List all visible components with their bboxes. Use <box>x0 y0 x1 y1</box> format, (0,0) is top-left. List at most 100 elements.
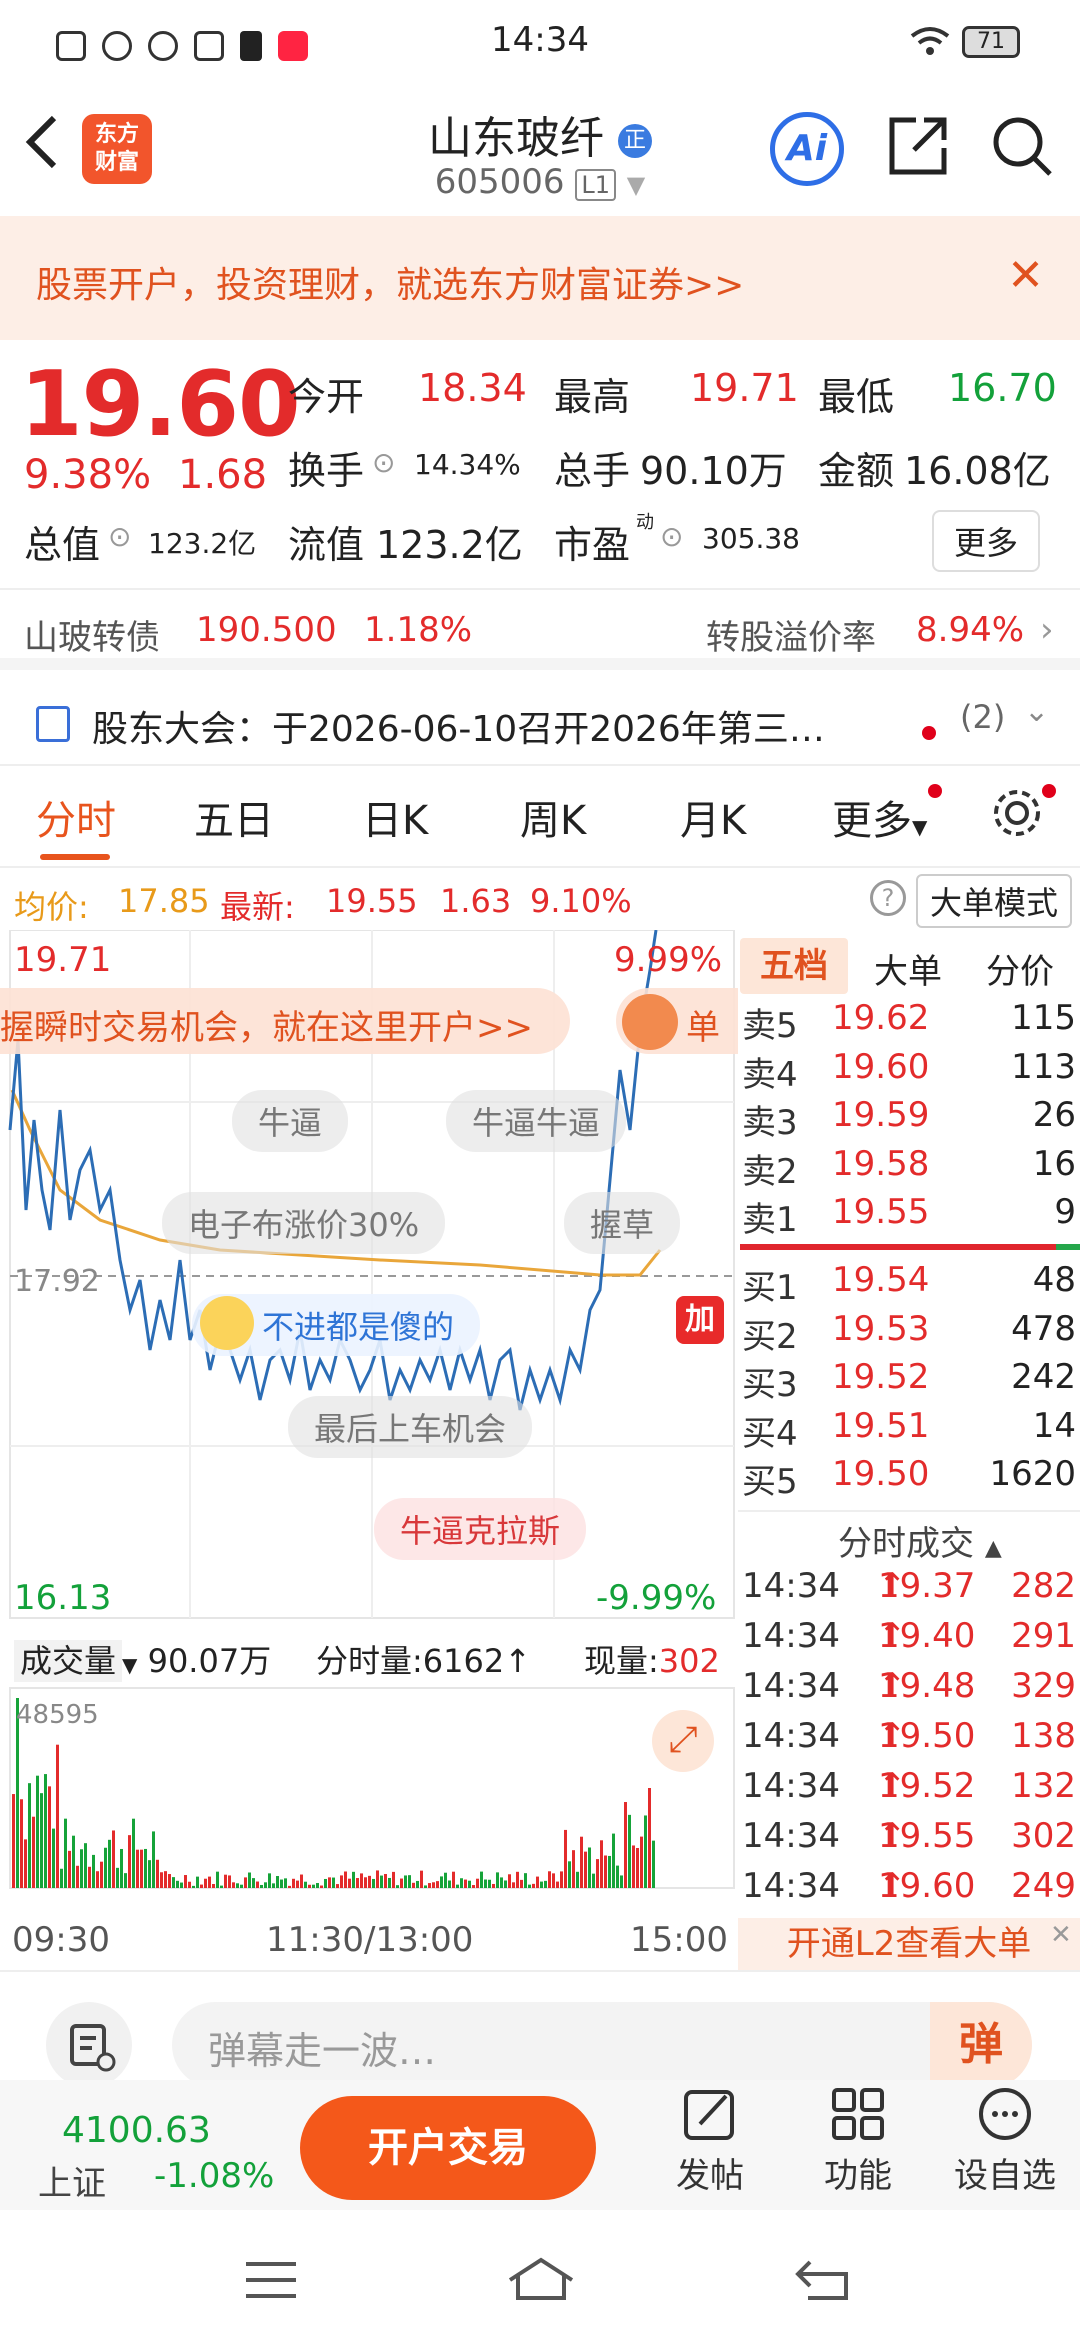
volume-bar <box>568 1861 571 1888</box>
volume-bar <box>248 1872 251 1888</box>
open-account-trade-button[interactable]: 开户交易 <box>300 2096 596 2200</box>
level-price: 19.60 <box>832 1046 930 1087</box>
intraday-chart[interactable]: 19.71 9.99% 17.92 16.13 -9.99% 握瞬时交易机会，就… <box>0 930 738 1970</box>
add-watchlist-button[interactable]: 设自选 <box>950 2084 1060 2197</box>
pe-label: 市盈 <box>554 523 631 567</box>
volume-bar <box>120 1848 123 1888</box>
volume-bar <box>652 1840 655 1888</box>
ai-button[interactable]: Ai <box>770 112 844 186</box>
trade-row: 14:34 19.37 ↑ 282 <box>738 1566 1080 1614</box>
volume-bar <box>500 1877 503 1888</box>
bid-row: 买4 19.51 14 <box>738 1406 1080 1454</box>
settings-gear-icon[interactable] <box>990 786 1044 850</box>
volume-bar <box>272 1883 275 1888</box>
volume-bar <box>552 1873 555 1888</box>
bottom-toolbar: 4100.63 上证 -1.08% 开户交易 发帖 功能 设自选 <box>0 2080 1080 2210</box>
post-button[interactable]: 发帖 <box>664 2084 756 2197</box>
volume-bar <box>412 1882 415 1888</box>
volume-bar <box>464 1879 467 1888</box>
close-icon[interactable]: ✕ <box>1007 250 1044 301</box>
danmu-settings-icon[interactable] <box>46 2002 132 2088</box>
volume-bar <box>184 1875 187 1888</box>
share-icon[interactable] <box>886 114 950 182</box>
danmu-promo[interactable]: 握瞬时交易机会，就在这里开户>> <box>0 988 570 1054</box>
volume-bar <box>196 1876 199 1888</box>
tab-intraday[interactable]: 分时 <box>36 788 116 846</box>
volume-bar <box>572 1850 575 1888</box>
trades-title[interactable]: 分时成交 ▲ <box>838 1516 1002 1565</box>
volume-bar <box>592 1873 595 1888</box>
volume-bar <box>364 1877 367 1888</box>
volume-bar <box>80 1849 83 1888</box>
tab-big-orders[interactable]: 大单 <box>874 944 942 993</box>
back-nav-icon[interactable] <box>794 2258 850 2306</box>
menu-icon[interactable] <box>244 2260 298 2304</box>
tab-price-distribution[interactable]: 分价 <box>986 944 1054 993</box>
bid-ask-ratio-bar-green <box>1056 1244 1080 1250</box>
volume-bar <box>588 1847 591 1888</box>
trade-price: 19.50 ↑ <box>878 1716 976 1756</box>
turnover-value: 14.34% <box>414 448 521 481</box>
tab-weekly-k[interactable]: 周K <box>520 788 586 846</box>
danmu-input[interactable]: 弹幕走一波… <box>172 2002 1032 2088</box>
big-order-mode-button[interactable]: 大单模式 <box>916 874 1073 928</box>
tab-more[interactable]: 更多▼ <box>832 788 927 846</box>
open-label: 今开 <box>288 375 365 419</box>
send-danmu-button[interactable]: 弹 <box>930 2002 1032 2088</box>
functions-button[interactable]: 功能 <box>812 2084 904 2197</box>
danmu-comment: 牛逼克拉斯 <box>374 1498 587 1560</box>
volume-bar <box>216 1871 219 1888</box>
volume-bar <box>612 1833 615 1888</box>
announcement-row[interactable]: 股东大会：于2026-06-10召开2026年第三… (2) ⌄ <box>0 680 1080 766</box>
volume-bar <box>228 1875 231 1888</box>
info-icon: ⊙ <box>108 520 132 553</box>
volume-bar <box>116 1867 119 1888</box>
index-value[interactable]: 4100.63 <box>62 2110 211 2151</box>
trade-time: 14:34 <box>742 1666 840 1706</box>
level-label: 买4 <box>742 1413 798 1454</box>
volume-bar <box>408 1875 411 1888</box>
tab-daily-k[interactable]: 日K <box>362 788 428 846</box>
level-volume: 478 <box>1011 1308 1076 1349</box>
more-button[interactable]: 更多 <box>932 510 1041 572</box>
level-price: 19.52 <box>832 1357 930 1398</box>
volume-bar <box>148 1860 151 1888</box>
level-price: 19.50 <box>832 1454 930 1495</box>
volume-bar <box>484 1879 487 1888</box>
close-icon[interactable]: ✕ <box>1050 1920 1072 1950</box>
volume-bar <box>40 1793 43 1888</box>
volume-bar <box>232 1882 235 1888</box>
tab-five-levels[interactable]: 五档 <box>740 938 848 994</box>
bid-ask-ratio-bar <box>740 1244 1056 1250</box>
volume-bar <box>268 1873 271 1888</box>
volume-bar <box>212 1883 215 1888</box>
volume-selector[interactable]: 成交量 <box>14 1640 123 1682</box>
volume-bar <box>596 1859 599 1888</box>
volume-bar <box>112 1830 115 1888</box>
ask-row: 卖5 19.62 115 <box>738 998 1080 1046</box>
document-icon <box>36 706 70 742</box>
volume-max-label: 48595 <box>16 1700 99 1730</box>
trade-time: 14:34 <box>742 1616 840 1656</box>
level-volume: 14 <box>1032 1405 1076 1446</box>
level-price: 19.53 <box>832 1308 930 1349</box>
convertible-bond-row[interactable]: 山玻转债 190.500 1.18% 转股溢价率 8.94% › <box>0 592 1080 670</box>
edit-icon <box>684 2090 734 2140</box>
home-icon[interactable] <box>506 2256 576 2306</box>
expand-icon[interactable]: ⤢ <box>652 1710 714 1772</box>
volume-bar <box>312 1884 315 1888</box>
volume-bar <box>420 1870 423 1888</box>
volume-bar <box>372 1878 375 1888</box>
add-danmu-button[interactable]: 加 <box>676 1296 724 1344</box>
tab-monthly-k[interactable]: 月K <box>680 788 746 846</box>
chevron-down-icon[interactable]: ⌄ <box>1024 694 1049 729</box>
help-icon[interactable]: ? <box>870 880 906 916</box>
search-icon[interactable] <box>990 114 1054 182</box>
trade-price: 19.55 ↑ <box>878 1816 976 1856</box>
l2-promo-button[interactable]: 开通L2查看大单 <box>738 1918 1080 1970</box>
volume-bar <box>624 1802 627 1888</box>
volume-bar <box>324 1878 327 1888</box>
tab-five-day[interactable]: 五日 <box>194 788 274 846</box>
latest-value: 19.55 <box>326 882 418 920</box>
promo-banner[interactable]: 股票开户，投资理财，就选东方财富证券>> ✕ <box>0 216 1080 340</box>
